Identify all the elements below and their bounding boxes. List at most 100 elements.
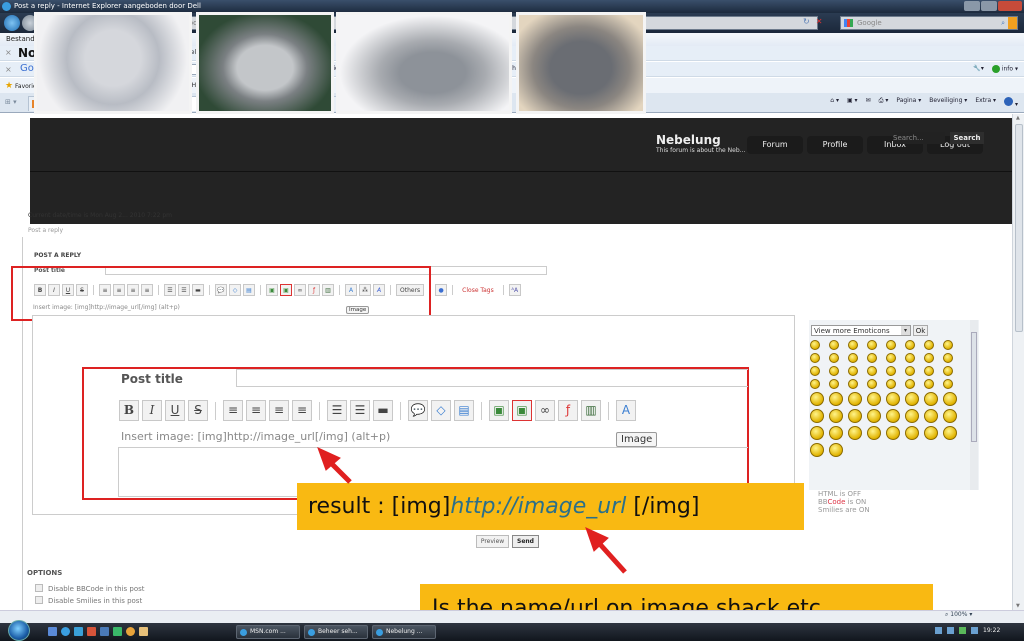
emoticon[interactable] <box>810 409 824 423</box>
emoticon[interactable] <box>886 379 896 389</box>
emoticon[interactable] <box>924 392 938 406</box>
scrollbar-thumb[interactable] <box>1015 124 1023 332</box>
back-button[interactable] <box>4 15 20 31</box>
home-icon[interactable]: ⌂ ▾ <box>830 97 839 108</box>
emoticon[interactable] <box>924 426 938 440</box>
emoticon[interactable] <box>829 426 843 440</box>
emoticon[interactable] <box>848 353 858 363</box>
emoticon[interactable] <box>829 379 839 389</box>
emoticon[interactable] <box>848 409 862 423</box>
forum-title[interactable]: Nebelung <box>656 133 721 147</box>
close-toolbar-icon[interactable]: × <box>5 65 12 74</box>
emoticon[interactable] <box>829 366 839 376</box>
app-icon[interactable] <box>139 627 148 636</box>
help-button[interactable]: ● <box>435 284 448 296</box>
forum-search-input[interactable]: Search... <box>893 132 945 144</box>
security-icon[interactable] <box>959 627 966 634</box>
emoticon[interactable] <box>886 353 896 363</box>
emoticon[interactable] <box>943 340 953 350</box>
emoticon[interactable] <box>924 366 934 376</box>
clock[interactable]: 19:22 <box>983 627 1000 634</box>
maximize-button[interactable] <box>981 1 997 11</box>
emoticon[interactable] <box>867 379 877 389</box>
minimize-button[interactable] <box>964 1 980 11</box>
search-icon[interactable]: ⌕ <box>1001 17 1005 29</box>
emoticon[interactable] <box>886 392 900 406</box>
emoticon[interactable] <box>905 379 915 389</box>
emoticon[interactable] <box>829 353 839 363</box>
emoticon[interactable] <box>886 409 900 423</box>
explorer-icon[interactable] <box>100 627 109 636</box>
emoticon[interactable] <box>810 366 820 376</box>
close-toolbar-icon[interactable]: × <box>5 48 12 57</box>
volume-icon[interactable] <box>971 627 978 634</box>
emoticon[interactable] <box>886 366 896 376</box>
show-desktop-icon[interactable] <box>48 627 57 636</box>
switch-editor-button[interactable]: ᴬA <box>508 284 521 296</box>
emoticon[interactable] <box>886 340 896 350</box>
send-button[interactable]: Send <box>512 535 539 548</box>
emoticons-scrollbar[interactable] <box>970 320 978 490</box>
scroll-up-arrow[interactable]: ▲ <box>1016 115 1020 121</box>
emoticon[interactable] <box>810 392 824 406</box>
breadcrumb[interactable]: Post a reply <box>28 227 63 234</box>
ie-icon[interactable] <box>61 627 70 636</box>
page-scrollbar[interactable]: ▲ ▼ <box>1012 114 1024 610</box>
emoticons-select[interactable]: View more Emoticons <box>811 325 911 336</box>
emoticon[interactable] <box>829 340 839 350</box>
disable-bbcode-option[interactable]: Disable BBCode in this post <box>35 584 145 593</box>
close-window-button[interactable] <box>998 1 1022 11</box>
emoticon[interactable] <box>924 379 934 389</box>
emoticon[interactable] <box>943 426 957 440</box>
scroll-down-arrow[interactable]: ▼ <box>1016 603 1020 609</box>
emoticon[interactable] <box>867 426 881 440</box>
emoticon[interactable] <box>867 340 877 350</box>
media-icon[interactable] <box>74 627 83 636</box>
scrollbar-thumb[interactable] <box>971 332 977 442</box>
paint-icon[interactable] <box>87 627 96 636</box>
emoticon[interactable] <box>905 366 915 376</box>
network-icon[interactable] <box>935 627 942 634</box>
checkbox[interactable] <box>35 584 43 592</box>
emoticon[interactable] <box>810 379 820 389</box>
emoticon[interactable] <box>848 340 858 350</box>
emoticon[interactable] <box>848 379 858 389</box>
emoticon[interactable] <box>886 426 900 440</box>
feeds-icon[interactable]: ▣ ▾ <box>847 97 858 108</box>
emoticon[interactable] <box>867 366 877 376</box>
emoticon[interactable] <box>810 426 824 440</box>
bbcode-link[interactable]: Code <box>827 498 845 506</box>
nav-profile[interactable]: Profile <box>807 136 863 154</box>
emoticons-ok-button[interactable]: Ok <box>913 325 928 336</box>
messenger-icon[interactable] <box>113 627 122 636</box>
refresh-icon[interactable]: ↻ <box>803 17 810 26</box>
emoticon[interactable] <box>905 426 919 440</box>
emoticon[interactable] <box>867 353 877 363</box>
checkbox[interactable] <box>35 596 43 604</box>
emoticon[interactable] <box>943 366 953 376</box>
mail-icon[interactable]: ✉ <box>866 97 871 108</box>
emoticon[interactable] <box>905 353 915 363</box>
chrome-icon[interactable] <box>126 627 135 636</box>
search-box[interactable]: Google ⌕ <box>840 16 1018 30</box>
emoticon[interactable] <box>829 409 843 423</box>
close-tags-link[interactable]: Close Tags <box>462 287 494 294</box>
emoticon[interactable] <box>905 409 919 423</box>
emoticon[interactable] <box>810 443 824 457</box>
emoticon[interactable] <box>810 340 820 350</box>
emoticon[interactable] <box>943 409 957 423</box>
google-account-button[interactable]: info ▾ <box>991 65 1018 73</box>
menu-file[interactable]: Bestand <box>6 33 35 46</box>
forum-search-button[interactable]: Search <box>950 132 984 144</box>
taskbar-button-msn[interactable]: MSN.com ... <box>236 625 300 639</box>
emoticon[interactable] <box>829 443 843 457</box>
preview-button[interactable]: Preview <box>476 535 509 548</box>
emoticon[interactable] <box>905 392 919 406</box>
emoticon[interactable] <box>848 392 862 406</box>
emoticon[interactable] <box>924 409 938 423</box>
print-icon[interactable]: ⎙ ▾ <box>879 97 889 108</box>
display-icon[interactable] <box>947 627 954 634</box>
search-options-dropdown[interactable] <box>1008 17 1017 29</box>
emoticon[interactable] <box>924 353 934 363</box>
emoticon[interactable] <box>905 340 915 350</box>
